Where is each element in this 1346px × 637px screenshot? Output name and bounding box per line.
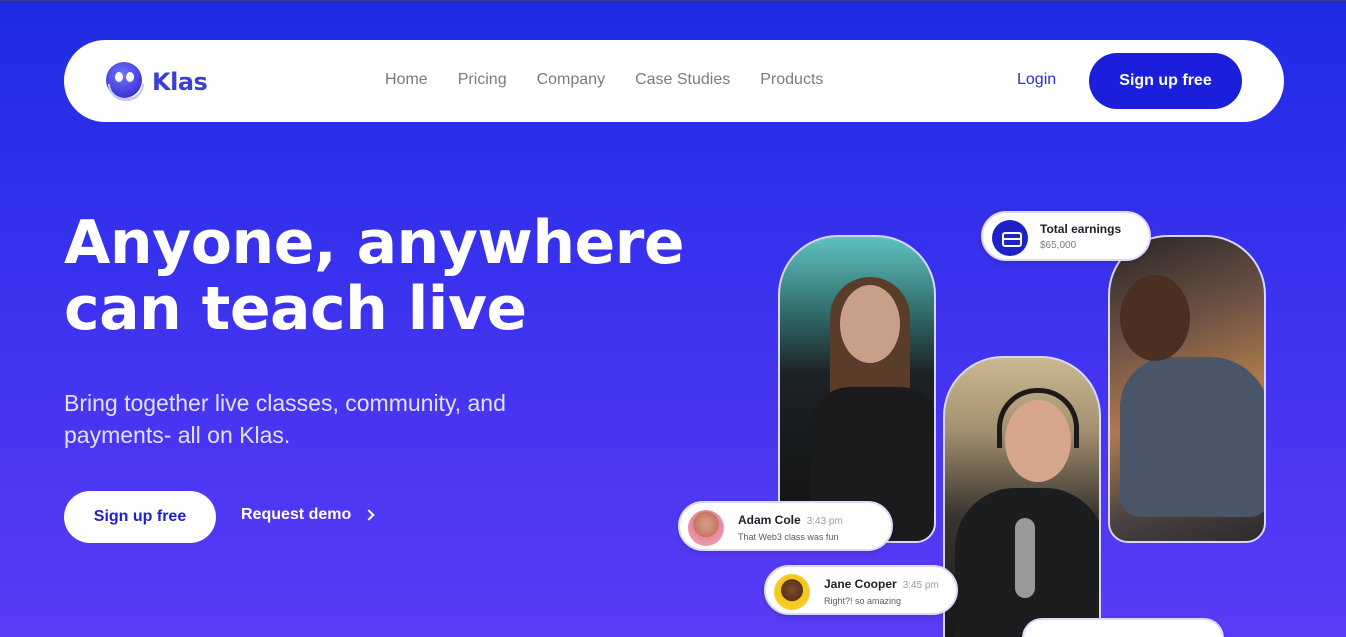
chat-message-card: Adam Cole 3:43 pm That Web3 class was fun xyxy=(678,501,893,551)
avatar xyxy=(688,510,724,546)
nav-signup-button[interactable]: Sign up free xyxy=(1089,53,1242,109)
headline-line-2: can teach live xyxy=(64,274,527,344)
photo-head-shape xyxy=(1120,275,1190,361)
nav-link-company[interactable]: Company xyxy=(537,71,605,89)
nav-link-pricing[interactable]: Pricing xyxy=(458,71,507,89)
hero-subline: Bring together live classes, community, … xyxy=(64,390,506,448)
request-demo-link[interactable]: Request demo xyxy=(241,506,375,524)
teacher-photo-man-headphones xyxy=(1108,235,1266,543)
wallet-icon xyxy=(992,220,1028,256)
microphone-shape xyxy=(1015,518,1035,598)
nav-links: Home Pricing Company Case Studies Produc… xyxy=(385,71,823,89)
photo-head-shape xyxy=(840,285,900,363)
earnings-title: Total earnings xyxy=(1040,222,1122,236)
teacher-photo-podcaster xyxy=(943,356,1101,637)
login-link[interactable]: Login xyxy=(1017,71,1056,89)
avatar xyxy=(774,574,810,610)
chat-message-card-partial xyxy=(1022,618,1224,637)
nav-link-home[interactable]: Home xyxy=(385,71,428,89)
headline-line-1: Anyone, anywhere xyxy=(64,208,685,278)
earnings-value: $65,000 xyxy=(1040,240,1077,251)
logo-eye-left xyxy=(115,72,123,82)
photo-body-shape xyxy=(1120,357,1264,517)
headphones-shape xyxy=(997,388,1079,448)
request-demo-label: Request demo xyxy=(241,506,352,523)
top-border xyxy=(0,0,1346,1)
total-earnings-card: Total earnings $65,000 xyxy=(981,211,1151,261)
chat-text: That Web3 class was fun xyxy=(738,532,839,542)
chat-author-name: Jane Cooper xyxy=(824,577,897,591)
nav-link-products[interactable]: Products xyxy=(760,71,823,89)
navbar: Klas Home Pricing Company Case Studies P… xyxy=(64,40,1284,122)
chat-author: Adam Cole 3:43 pm xyxy=(738,513,843,527)
chat-message-card: Jane Cooper 3:45 pm Right?! so amazing xyxy=(764,565,958,615)
chat-author-name: Adam Cole xyxy=(738,513,801,527)
hero-signup-button[interactable]: Sign up free xyxy=(64,491,216,543)
chevron-right-icon xyxy=(363,509,375,521)
logo-icon xyxy=(106,62,144,101)
nav-link-case-studies[interactable]: Case Studies xyxy=(635,71,730,89)
chat-time: 3:45 pm xyxy=(902,580,939,591)
logo-eye-right xyxy=(126,72,134,82)
chat-author: Jane Cooper 3:45 pm xyxy=(824,577,939,591)
chat-text: Right?! so amazing xyxy=(824,596,902,606)
klas-logo[interactable] xyxy=(106,62,146,102)
chat-time: 3:43 pm xyxy=(806,516,843,527)
teacher-photo-woman xyxy=(778,235,936,543)
hero-headline: Anyone, anywhere can teach live xyxy=(64,210,704,342)
brand-name[interactable]: Klas xyxy=(152,68,208,96)
